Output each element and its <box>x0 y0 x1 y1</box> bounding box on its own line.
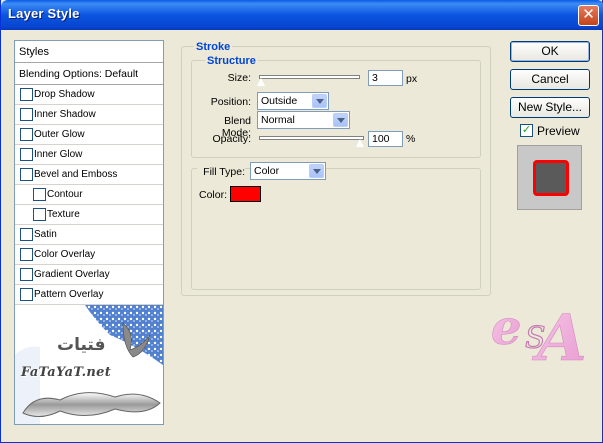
cancel-button[interactable]: Cancel <box>510 69 590 90</box>
size-unit: px <box>406 73 418 85</box>
opacity-slider-track[interactable] <box>259 136 364 140</box>
position-select[interactable]: Outside <box>257 92 329 110</box>
style-checkbox[interactable] <box>33 208 46 221</box>
stroke-group-title: Stroke <box>194 41 233 53</box>
chevron-down-icon <box>309 164 324 178</box>
style-item-texture[interactable]: Texture <box>15 205 163 225</box>
opacity-slider-thumb[interactable] <box>355 138 365 148</box>
style-item-label: Inner Shadow <box>34 109 96 120</box>
style-checkbox[interactable] <box>20 228 33 241</box>
preview-label: Preview <box>537 124 580 138</box>
svg-text:e: e <box>491 300 522 356</box>
style-checkbox[interactable] <box>20 288 33 301</box>
style-checkbox[interactable] <box>20 268 33 281</box>
fill-type-value: Color <box>254 165 280 177</box>
opacity-label: Opacity: <box>212 133 251 145</box>
close-icon: ✕ <box>582 6 595 23</box>
style-item-contour[interactable]: Contour <box>15 185 163 205</box>
style-checkbox[interactable] <box>20 108 33 121</box>
position-label: Position: <box>210 96 251 108</box>
blend-mode-select[interactable]: Normal <box>257 111 350 129</box>
eas-logo-watermark: e A S <box>487 288 601 377</box>
style-item-label: Bevel and Emboss <box>34 169 118 180</box>
style-item-label: Color Overlay <box>34 249 96 260</box>
position-value: Outside <box>261 95 298 107</box>
watermark-latin-text: FaTaYaT.net <box>21 365 112 380</box>
style-item-satin[interactable]: Satin <box>15 225 163 245</box>
style-item-label: Satin <box>34 229 57 240</box>
style-checkbox[interactable] <box>33 188 46 201</box>
fill-type-select[interactable]: Color <box>250 162 326 180</box>
preview-thumbnail <box>533 160 569 196</box>
style-checkbox[interactable] <box>20 148 33 161</box>
style-item-bevel-and-emboss[interactable]: Bevel and Emboss <box>15 165 163 185</box>
blending-options-item[interactable]: Blending Options: Default <box>15 63 163 85</box>
size-input[interactable]: 3 <box>368 70 403 86</box>
chevron-down-icon <box>333 113 348 127</box>
style-item-label: Gradient Overlay <box>34 269 110 280</box>
style-preview <box>517 145 582 210</box>
fatayat-watermark: فتيات FaTaYaT.net <box>15 305 163 424</box>
size-slider-track[interactable] <box>259 75 360 79</box>
style-item-gradient-overlay[interactable]: Gradient Overlay <box>15 265 163 285</box>
style-item-label: Outer Glow <box>34 129 85 140</box>
layer-style-dialog: Layer Style ✕ Styles Blending Options: D… <box>0 0 603 443</box>
opacity-unit: % <box>406 133 416 145</box>
size-slider-thumb[interactable] <box>256 77 267 87</box>
svg-text:S: S <box>525 321 546 356</box>
style-item-label: Texture <box>47 209 80 220</box>
styles-list: Styles Blending Options: Default Drop Sh… <box>14 40 164 425</box>
style-item-pattern-overlay[interactable]: Pattern Overlay <box>15 285 163 305</box>
style-checkbox[interactable] <box>20 128 33 141</box>
fill-type-label: Fill Type: <box>197 166 245 178</box>
style-item-drop-shadow[interactable]: Drop Shadow <box>15 85 163 105</box>
watermark-arabic-text: فتيات <box>57 335 106 355</box>
title-bar[interactable]: Layer Style ✕ <box>1 0 603 30</box>
stroke-color-swatch[interactable] <box>230 186 261 202</box>
window-title: Layer Style <box>8 6 80 21</box>
style-checkbox[interactable] <box>20 248 33 261</box>
style-checkbox[interactable] <box>20 168 33 181</box>
style-item-label: Contour <box>47 189 83 200</box>
style-item-inner-shadow[interactable]: Inner Shadow <box>15 105 163 125</box>
style-item-label: Inner Glow <box>34 149 83 160</box>
preview-checkbox[interactable]: ✓ <box>520 124 533 137</box>
style-item-outer-glow[interactable]: Outer Glow <box>15 125 163 145</box>
styles-header[interactable]: Styles <box>15 41 163 63</box>
blend-mode-value: Normal <box>261 114 295 126</box>
style-item-color-overlay[interactable]: Color Overlay <box>15 245 163 265</box>
opacity-input[interactable]: 100 <box>368 131 403 147</box>
new-style-button[interactable]: New Style... <box>510 97 590 118</box>
ok-button[interactable]: OK <box>510 41 590 62</box>
style-item-inner-glow[interactable]: Inner Glow <box>15 145 163 165</box>
color-label: Color: <box>198 189 227 201</box>
style-item-label: Pattern Overlay <box>34 289 104 300</box>
size-label: Size: <box>227 72 251 84</box>
style-item-label: Drop Shadow <box>34 89 95 100</box>
style-checkbox[interactable] <box>20 88 33 101</box>
chevron-down-icon <box>312 94 327 108</box>
close-button[interactable]: ✕ <box>578 5 599 26</box>
structure-group-title: Structure <box>205 55 258 67</box>
